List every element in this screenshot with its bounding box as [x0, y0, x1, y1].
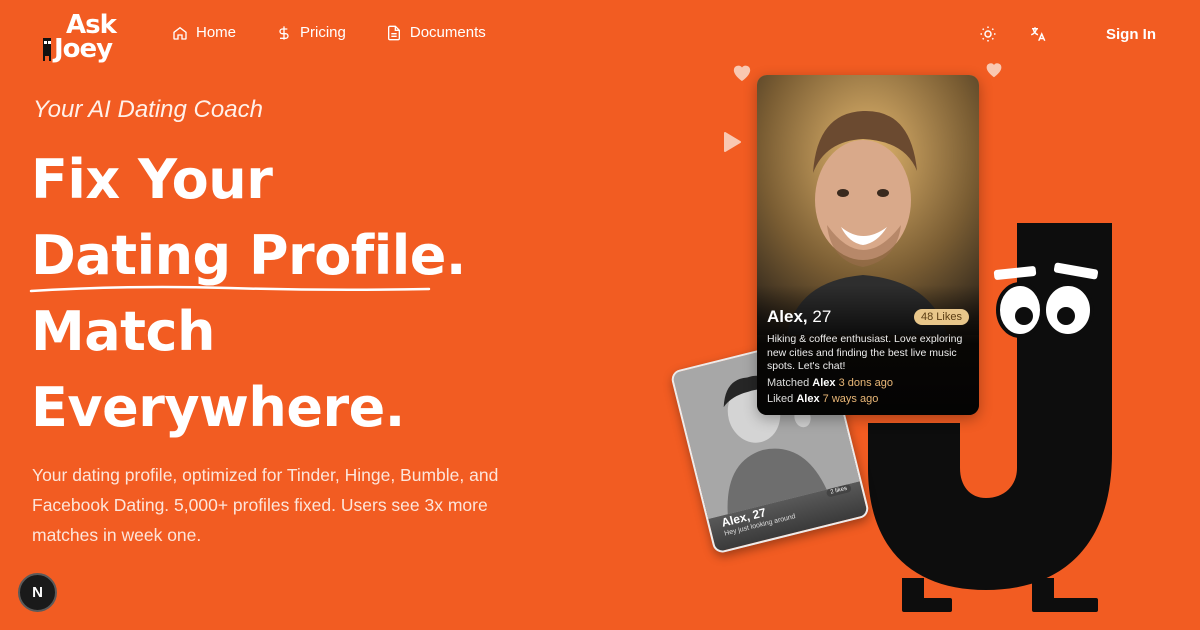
heart-icon — [986, 63, 1002, 78]
logo-mascot-icon — [43, 38, 51, 61]
nav-home[interactable]: Home — [172, 24, 236, 41]
right-nav: Sign In — [976, 22, 1156, 46]
logo-text-joey: Joey — [54, 34, 113, 64]
activity-who: Alex — [812, 377, 836, 389]
card-age: 27 — [812, 307, 832, 326]
sign-in-link[interactable]: Sign In — [1106, 26, 1156, 43]
dollar-icon — [279, 25, 289, 40]
nav-home-label: Home — [196, 24, 237, 41]
ask-joey-logo[interactable]: Ask Joey — [40, 12, 122, 64]
activity-who: Alex — [796, 393, 820, 405]
activity-time: 7 ways ago — [822, 393, 879, 405]
home-icon — [173, 26, 187, 40]
card-activity-item: Liked Alex 7 ways ago — [767, 393, 878, 405]
activity-prefix: Matched — [767, 377, 810, 389]
translate-icon — [1030, 27, 1046, 42]
activity-time: 3 dons ago — [838, 377, 894, 389]
headline-underline — [29, 285, 431, 293]
language-button[interactable] — [1026, 22, 1050, 46]
headline-line-3: Match — [31, 300, 215, 363]
card-activity-item: Matched Alex 3 dons ago — [767, 377, 893, 389]
main-profile-card: Alex, 27 48 Likes Hiking & coffee enthus… — [757, 75, 979, 415]
card-name-text: Alex, — [767, 307, 808, 326]
play-arrow-icon — [724, 132, 741, 152]
heart-icon — [733, 65, 751, 82]
nav-documents[interactable]: Documents — [386, 24, 486, 41]
nav-pricing-label: Pricing — [300, 24, 346, 41]
document-icon — [387, 25, 400, 40]
theme-toggle-button[interactable] — [976, 22, 1000, 46]
nav-documents-label: Documents — [409, 24, 486, 41]
hero-tagline: Your AI Dating Coach — [33, 96, 263, 123]
hero-description: Your dating profile, optimized for Tinde… — [32, 465, 499, 545]
n-badge-button[interactable]: N — [18, 573, 57, 612]
activity-prefix: Liked — [767, 393, 794, 405]
headline-line-4: Everywhere. — [31, 376, 405, 439]
headline-line-1: Fix Your — [31, 148, 273, 211]
sun-icon — [980, 26, 996, 42]
main-nav: Home Pricing Documents — [172, 24, 486, 41]
nav-pricing[interactable]: Pricing — [276, 24, 346, 41]
card-bio: Hiking & coffee enthusiast. Love explori… — [767, 333, 963, 372]
card-name: Alex, 27 — [767, 307, 831, 327]
likes-badge: 48 Likes — [914, 309, 969, 325]
